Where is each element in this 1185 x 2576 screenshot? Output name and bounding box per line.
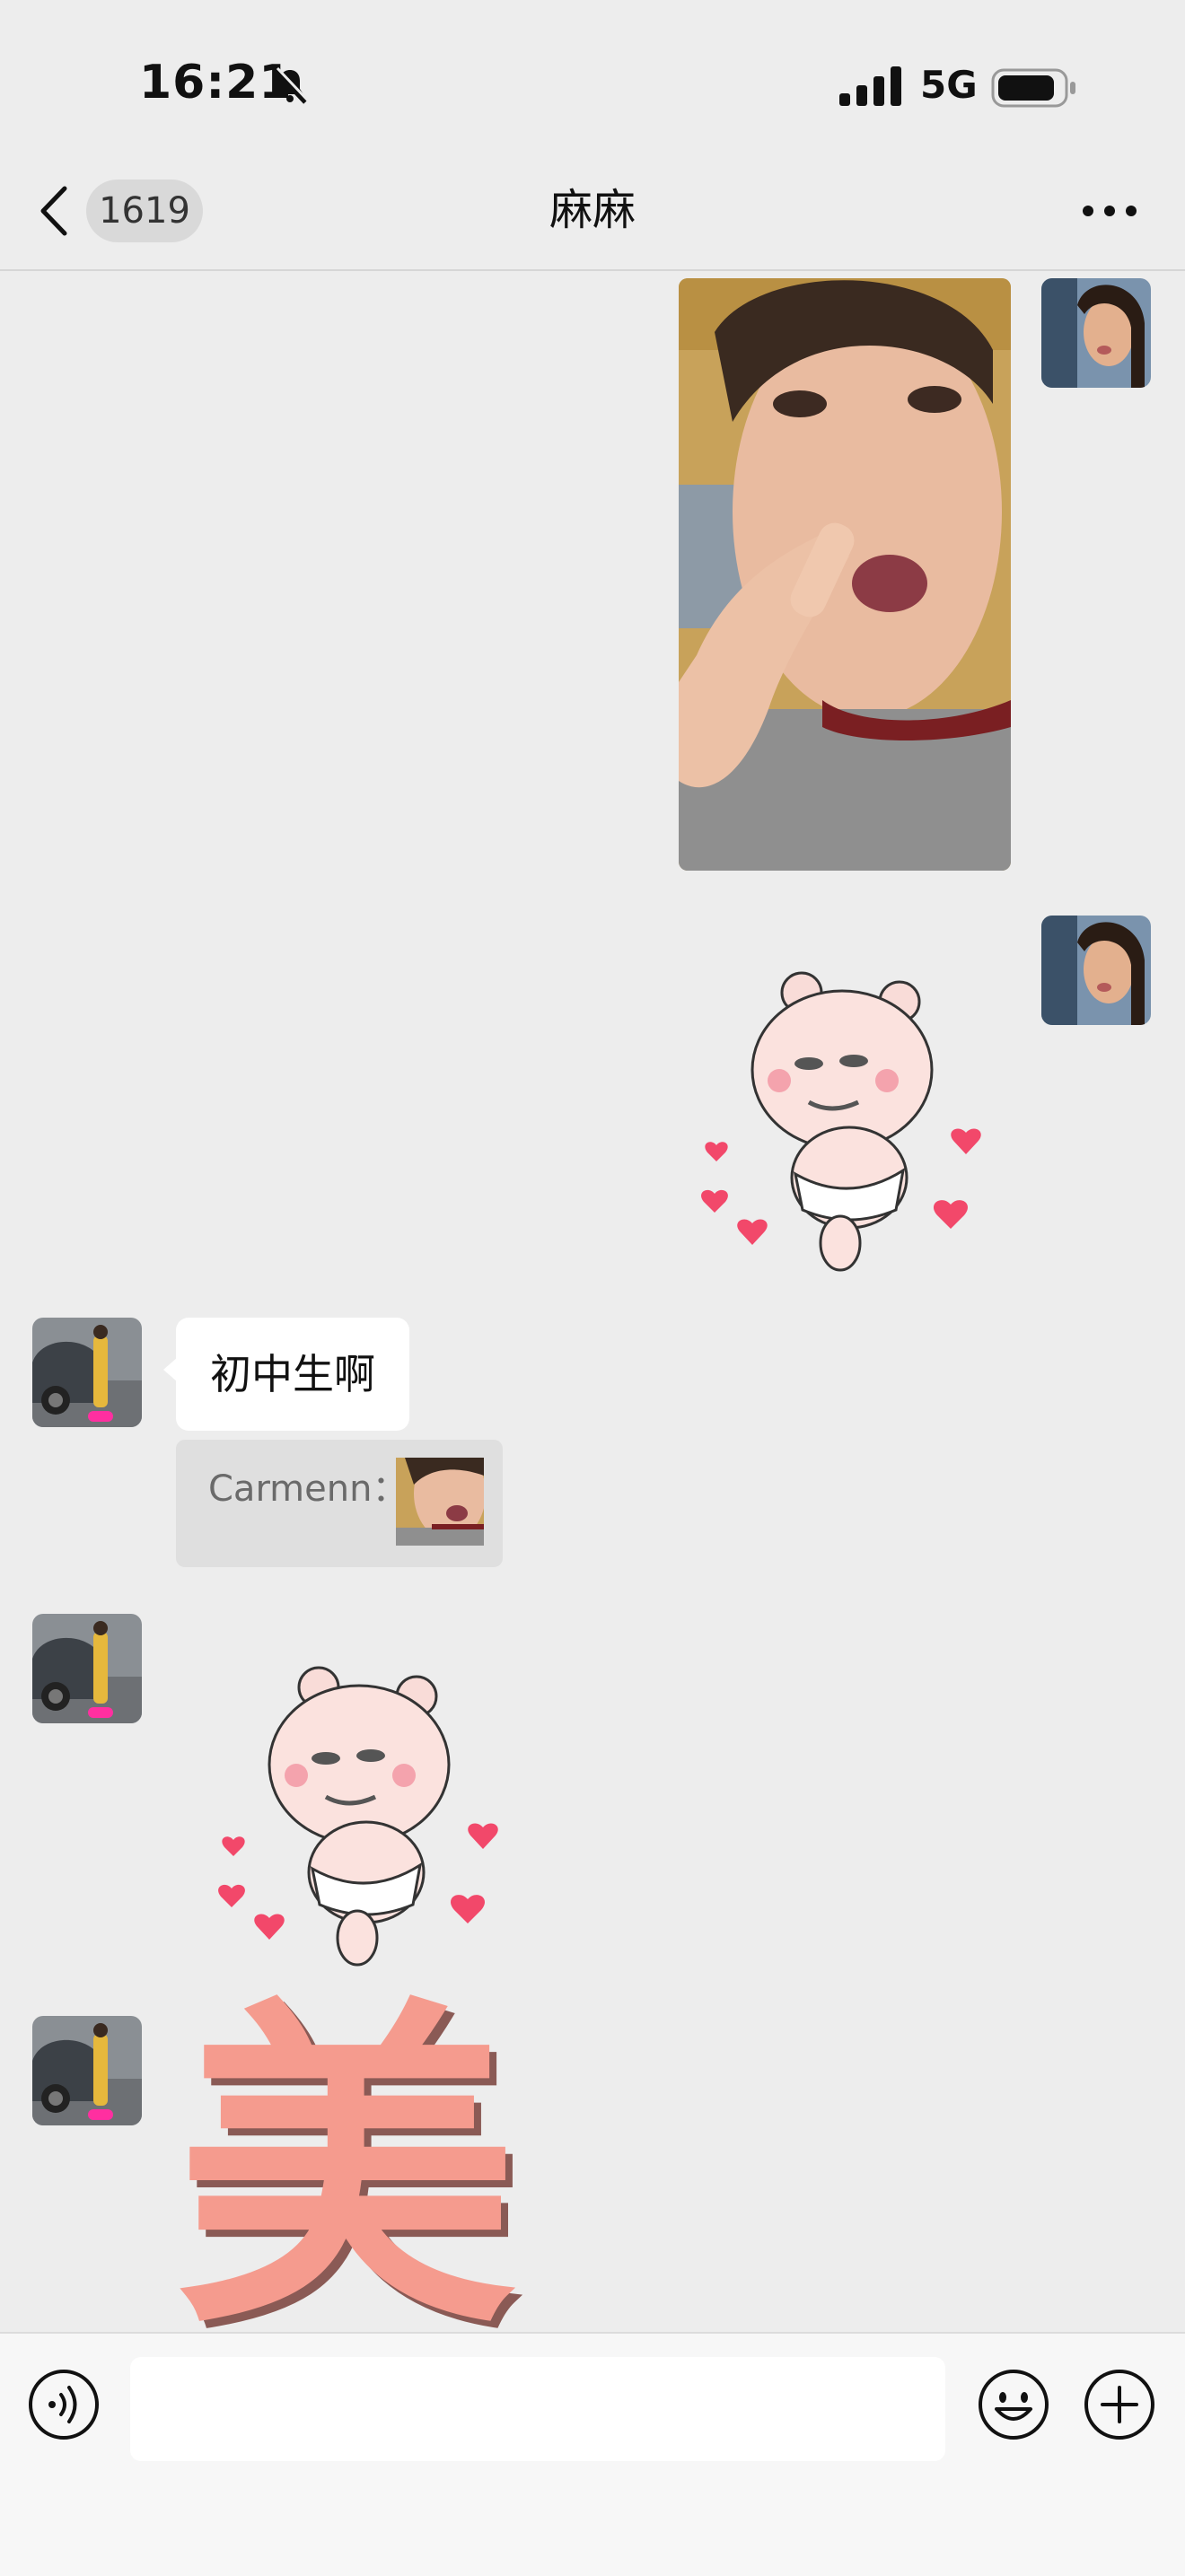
- status-bar: 16:21 5G: [0, 0, 1185, 162]
- voice-icon[interactable]: [27, 2368, 101, 2441]
- plus-icon[interactable]: [1083, 2368, 1156, 2441]
- bear-hearts-sticker[interactable]: [214, 1664, 519, 1969]
- contact-avatar[interactable]: [32, 2016, 142, 2125]
- emoji-icon[interactable]: [977, 2368, 1050, 2441]
- contact-avatar[interactable]: [32, 1614, 142, 1723]
- quote-author: Carmenn：: [208, 1468, 408, 1510]
- contact-avatar[interactable]: [32, 1318, 142, 1427]
- message-input[interactable]: [130, 2357, 945, 2461]
- mei-sticker-text: 美: [176, 1972, 517, 2370]
- network-label: 5G: [920, 63, 978, 107]
- mei-character-sticker[interactable]: 美 美: [176, 1972, 524, 2377]
- bell-mute-icon: [269, 65, 311, 106]
- signal-icon: [839, 66, 904, 106]
- sent-photo[interactable]: [679, 278, 1011, 871]
- my-avatar[interactable]: [1041, 278, 1151, 388]
- battery-icon: [991, 68, 1077, 108]
- chat-title: 麻麻: [549, 185, 636, 235]
- quote-thumbnail[interactable]: [396, 1458, 484, 1546]
- input-bar: [0, 2332, 1185, 2576]
- quote-card[interactable]: Carmenn：: [176, 1440, 503, 1567]
- more-icon[interactable]: [1077, 197, 1142, 224]
- message-bubble[interactable]: 初中生啊: [163, 1318, 409, 1431]
- bear-hearts-sticker[interactable]: [697, 969, 1002, 1275]
- nav-bar: 1619 麻麻: [0, 162, 1185, 271]
- my-avatar[interactable]: [1041, 916, 1151, 1025]
